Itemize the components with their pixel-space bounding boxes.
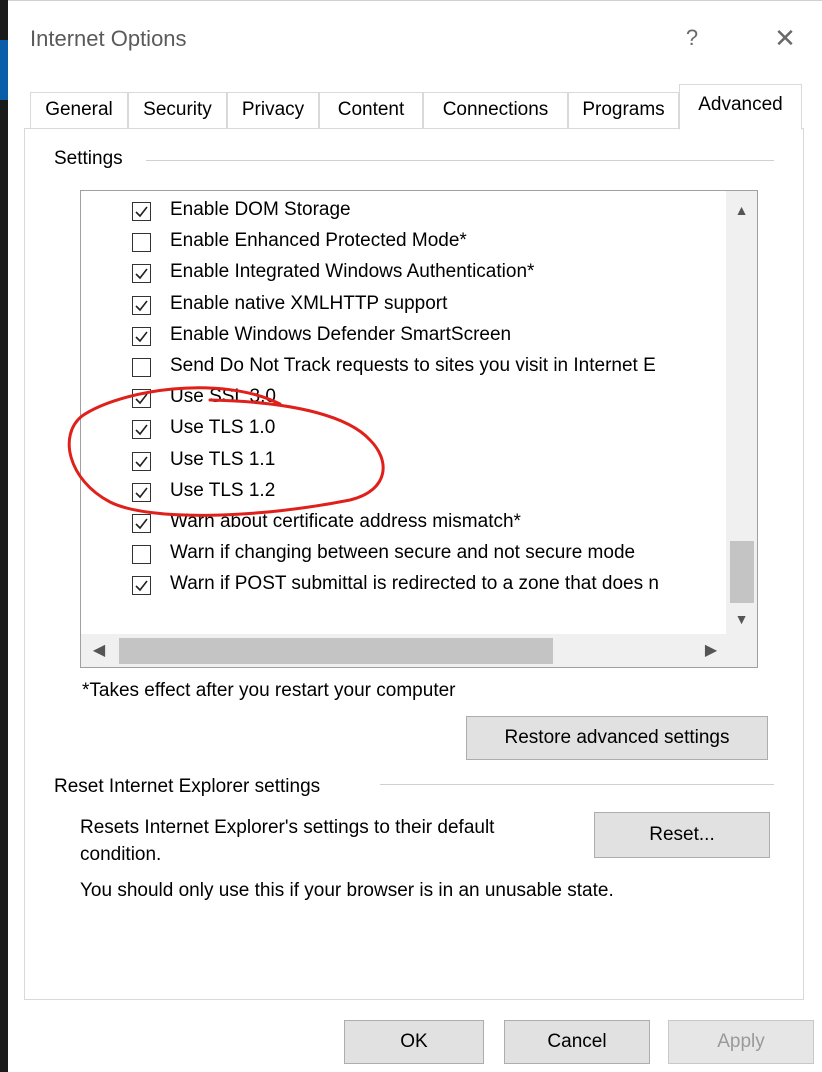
vertical-scroll-thumb[interactable] xyxy=(730,541,754,603)
tab-privacy[interactable]: Privacy xyxy=(227,92,319,128)
setting-label[interactable]: Send Do Not Track requests to sites you … xyxy=(170,355,656,377)
setting-checkbox[interactable] xyxy=(132,576,151,596)
setting-checkbox[interactable] xyxy=(132,358,151,377)
tab-general[interactable]: General xyxy=(30,92,128,128)
setting-checkbox[interactable] xyxy=(132,326,151,346)
scroll-right-icon[interactable]: ▶ xyxy=(696,634,726,667)
setting-label[interactable]: Enable Enhanced Protected Mode* xyxy=(170,230,467,252)
close-button[interactable]: ✕ xyxy=(760,18,810,58)
reset-group-divider xyxy=(380,784,774,785)
tab-security[interactable]: Security xyxy=(128,92,227,128)
setting-checkbox[interactable] xyxy=(132,264,151,284)
apply-button[interactable]: Apply xyxy=(668,1020,814,1064)
tab-connections[interactable]: Connections xyxy=(423,92,568,128)
scroll-left-icon[interactable]: ◀ xyxy=(84,634,114,667)
tab-advanced[interactable]: Advanced xyxy=(679,84,802,130)
cancel-button[interactable]: Cancel xyxy=(504,1020,650,1064)
reset-description: Resets Internet Explorer's settings to t… xyxy=(80,814,580,868)
setting-checkbox[interactable] xyxy=(132,202,151,221)
horizontal-scroll-thumb[interactable] xyxy=(119,638,553,664)
red-annotation-circle xyxy=(67,386,385,517)
background-window-accent xyxy=(0,40,8,100)
settings-group-divider xyxy=(146,160,774,161)
restore-advanced-settings-button[interactable]: Restore advanced settings xyxy=(466,716,768,760)
setting-label[interactable]: Warn if POST submittal is redirected to … xyxy=(170,573,659,595)
setting-label[interactable]: Enable native XMLHTTP support xyxy=(170,293,447,315)
scrollbar-corner xyxy=(726,627,757,667)
restart-note: *Takes effect after you restart your com… xyxy=(82,680,456,701)
reset-group-label: Reset Internet Explorer settings xyxy=(54,776,331,798)
setting-checkbox[interactable] xyxy=(132,545,151,565)
setting-label[interactable]: Enable DOM Storage xyxy=(170,199,351,221)
tab-programs[interactable]: Programs xyxy=(568,92,679,128)
red-annotation-stroke xyxy=(67,386,385,517)
ok-button[interactable]: OK xyxy=(344,1020,484,1064)
reset-warning: You should only use this if your browser… xyxy=(80,880,614,901)
background-window-edge xyxy=(0,0,8,1072)
setting-checkbox[interactable] xyxy=(132,233,151,253)
tab-content[interactable]: Content xyxy=(319,92,423,128)
setting-checkbox[interactable] xyxy=(132,295,151,315)
window-title: Internet Options xyxy=(30,26,187,51)
settings-group-label: Settings xyxy=(54,148,133,170)
scroll-up-icon[interactable]: ▲ xyxy=(726,195,757,225)
reset-description-line1: Resets Internet Explorer's settings to t… xyxy=(80,817,495,838)
reset-description-line2: condition. xyxy=(80,844,162,865)
setting-label[interactable]: Warn if changing between secure and not … xyxy=(170,542,635,564)
help-button[interactable]: ? xyxy=(672,18,712,58)
reset-button[interactable]: Reset... xyxy=(594,812,770,858)
setting-label[interactable]: Enable Windows Defender SmartScreen xyxy=(170,324,511,346)
setting-label[interactable]: Enable Integrated Windows Authentication… xyxy=(170,261,534,283)
